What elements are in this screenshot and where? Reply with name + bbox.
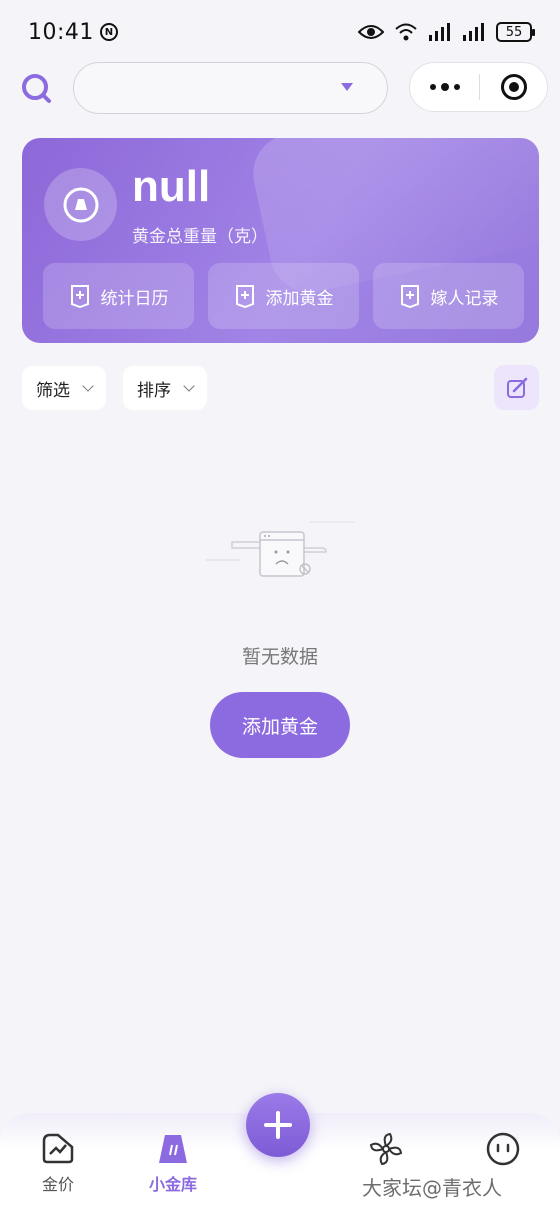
sort-dropdown[interactable]: 排序 bbox=[123, 366, 207, 410]
total-weight-value: null bbox=[132, 162, 211, 211]
chevron-down-icon bbox=[183, 380, 195, 392]
add-doc-icon bbox=[235, 285, 254, 308]
record-doc-icon bbox=[400, 285, 419, 308]
calendar-doc-icon bbox=[70, 285, 89, 308]
watermark: 大家坛@青衣人 bbox=[362, 1176, 502, 1200]
chevron-down-icon bbox=[82, 380, 94, 392]
miniprogram-capsule bbox=[409, 62, 548, 112]
eye-icon bbox=[358, 25, 384, 39]
target-icon bbox=[500, 74, 527, 100]
edit-button[interactable] bbox=[494, 365, 539, 410]
top-nav bbox=[0, 62, 560, 116]
edit-icon bbox=[506, 377, 527, 398]
hero-actions: 统计日历 添加黄金 嫁人记录 bbox=[43, 263, 524, 329]
chat-face-icon bbox=[486, 1132, 520, 1166]
vault-icon bbox=[159, 1135, 187, 1163]
status-time: 10:41 bbox=[28, 19, 94, 45]
total-weight-label: 黄金总重量（克） bbox=[132, 227, 268, 247]
stats-calendar-label: 统计日历 bbox=[100, 288, 169, 309]
gold-bar-icon bbox=[44, 168, 117, 241]
status-icons: 55 bbox=[358, 22, 535, 42]
search-select[interactable] bbox=[73, 62, 388, 114]
add-fab-button[interactable] bbox=[246, 1093, 310, 1157]
status-bar: 10:41 N 55 bbox=[0, 0, 560, 64]
signal-icon-2 bbox=[463, 23, 484, 41]
tab-discover[interactable] bbox=[346, 1131, 426, 1173]
plus-icon bbox=[264, 1111, 292, 1139]
empty-state-text: 暂无数据 bbox=[241, 646, 318, 668]
close-miniprogram-button[interactable] bbox=[480, 74, 547, 100]
search-logo-icon[interactable] bbox=[20, 72, 52, 104]
notification-badge-icon: N bbox=[99, 23, 118, 41]
tab-gold-price-label: 金价 bbox=[41, 1175, 74, 1194]
battery-icon: 55 bbox=[496, 22, 535, 42]
tab-vault[interactable]: 小金库 bbox=[133, 1131, 213, 1195]
more-menu-button[interactable] bbox=[410, 63, 479, 111]
tab-vault-label: 小金库 bbox=[148, 1175, 197, 1194]
stats-calendar-button[interactable]: 统计日历 bbox=[43, 263, 194, 329]
fan-icon bbox=[369, 1132, 403, 1166]
signal-icon bbox=[429, 23, 450, 41]
marriage-record-label: 嫁人记录 bbox=[430, 288, 499, 309]
add-gold-button[interactable]: 添加黄金 bbox=[210, 692, 350, 758]
sort-label: 排序 bbox=[137, 380, 171, 401]
tab-gold-price[interactable]: 金价 bbox=[18, 1131, 98, 1195]
filter-dropdown[interactable]: 筛选 bbox=[22, 366, 106, 410]
add-gold-action-label: 添加黄金 bbox=[265, 288, 334, 309]
price-trend-icon bbox=[42, 1133, 74, 1164]
wifi-icon bbox=[395, 23, 417, 41]
add-gold-action-button[interactable]: 添加黄金 bbox=[208, 263, 359, 329]
marriage-record-button[interactable]: 嫁人记录 bbox=[373, 263, 524, 329]
tab-chat[interactable] bbox=[463, 1131, 543, 1173]
filter-label: 筛选 bbox=[36, 380, 70, 401]
empty-box-illustration bbox=[206, 521, 355, 577]
gold-summary-card: null 黄金总重量（克） 统计日历 添加黄金 嫁人记录 bbox=[22, 138, 539, 343]
caret-down-icon bbox=[341, 83, 353, 91]
